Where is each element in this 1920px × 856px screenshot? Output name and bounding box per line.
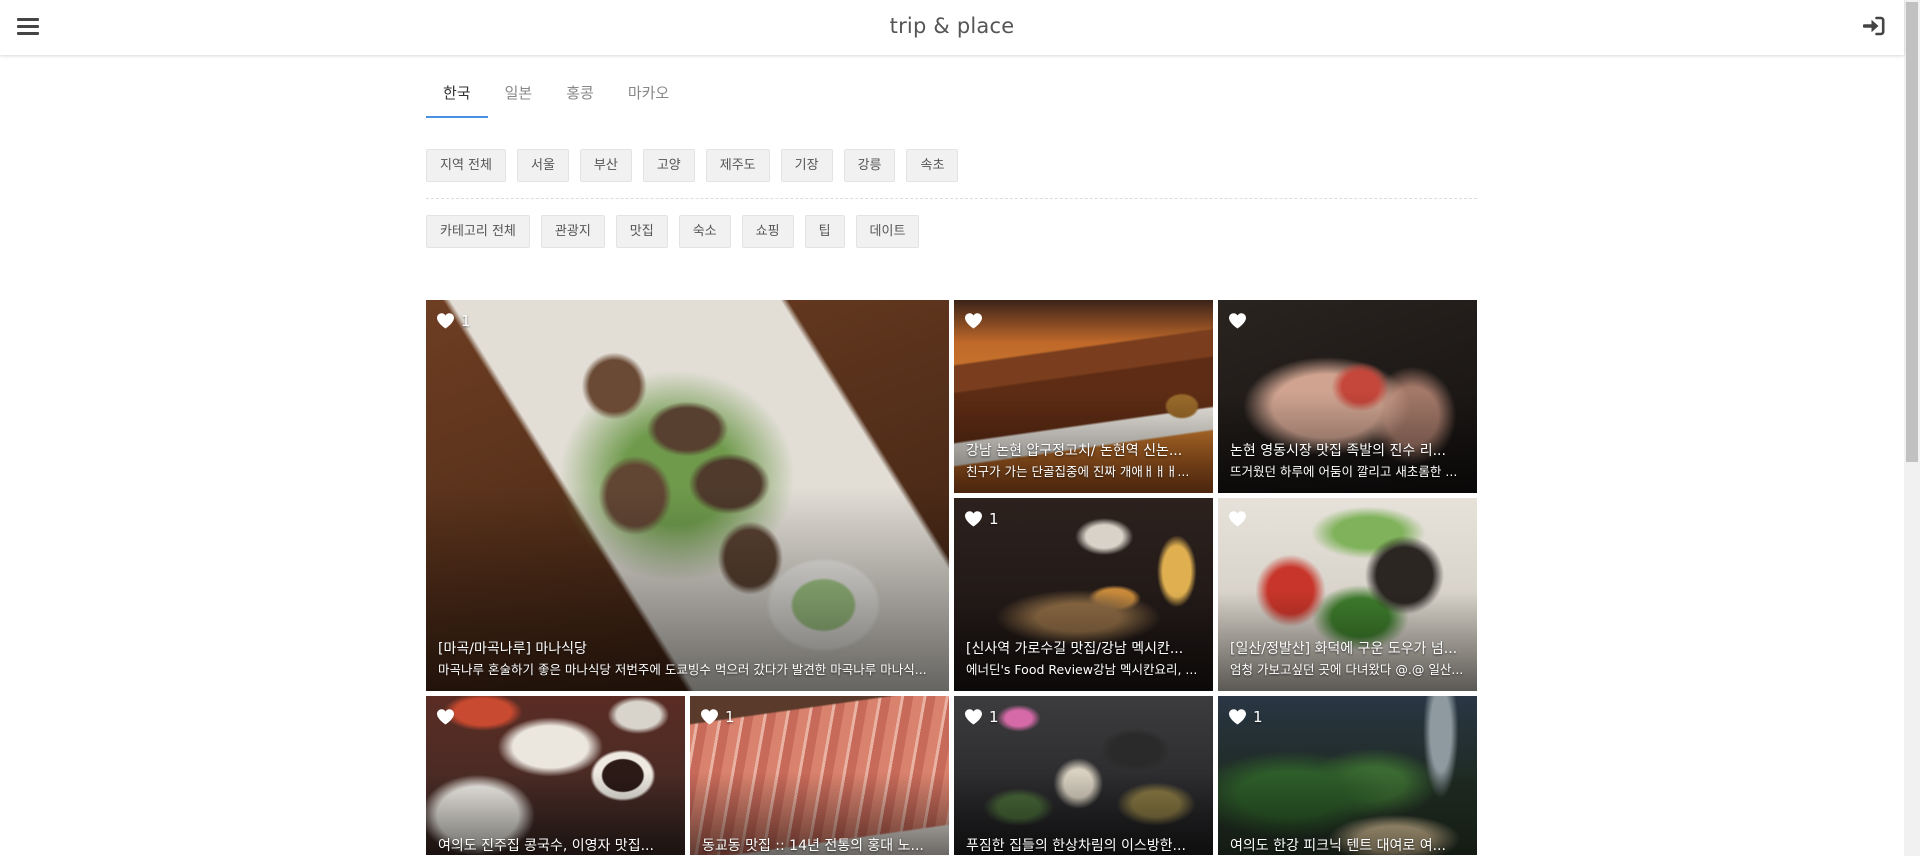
- scrollbar-thumb[interactable]: [1906, 2, 1918, 462]
- post-card[interactable]: 1 여의도 한강 피크닉 텐트 대여로 여...: [1218, 696, 1477, 855]
- post-card[interactable]: 1 푸짐한 집들의 한상차림의 이스방한...: [954, 696, 1213, 855]
- post-title: 강남 논현 압구정고치/ 논현역 신논...: [966, 443, 1183, 459]
- category-chip-attractions[interactable]: 관광지: [540, 215, 605, 248]
- category-chip-all[interactable]: 카테고리 전체: [426, 215, 530, 248]
- region-filter-bar: 지역 전체 서울 부산 고양 제주도 기장 강릉 속초: [426, 149, 1477, 182]
- post-caption: 여의도 한강 피크닉 텐트 대여로 여...: [1230, 837, 1465, 855]
- like-button[interactable]: 1: [437, 312, 471, 330]
- heart-icon: [437, 709, 454, 725]
- tab-hongkong[interactable]: 홍콩: [549, 70, 611, 118]
- post-card[interactable]: 강남 논현 압구정고치/ 논현역 신논... 친구가 가는 단골집중에 진짜 개…: [954, 300, 1213, 493]
- like-button[interactable]: 1: [1229, 708, 1263, 726]
- like-count: 1: [1253, 708, 1263, 726]
- post-excerpt: 마곡나루 혼술하기 좋은 마나식당 저번주에 도쿄빙수 먹으러 갔다가 발견한 …: [438, 662, 927, 677]
- region-chip-sokcho[interactable]: 속초: [906, 149, 959, 182]
- region-chip-jeju[interactable]: 제주도: [705, 149, 770, 182]
- like-button[interactable]: [1229, 312, 1246, 330]
- tab-macau[interactable]: 마카오: [611, 70, 686, 118]
- post-card[interactable]: 1 [신사역 가로수길 맛집/강남 멕시칸... 에너딘's Food Revi…: [954, 498, 1213, 691]
- category-chip-tips[interactable]: 팁: [804, 215, 845, 248]
- category-chip-date[interactable]: 데이트: [855, 215, 920, 248]
- app-title: trip & place: [889, 14, 1015, 38]
- like-button[interactable]: [1229, 510, 1246, 528]
- post-title: 여의도 진주집 콩국수, 이영자 맛집...: [438, 838, 654, 854]
- post-title: 논현 영동시장 맛집 족발의 진수 리...: [1230, 443, 1446, 459]
- post-excerpt: 친구가 가는 단골집중에 진짜 개애ㅐㅐㅐ...: [966, 464, 1190, 479]
- category-chip-shopping[interactable]: 쇼핑: [741, 215, 794, 248]
- post-title: 푸짐한 집들의 한상차림의 이스방한...: [966, 838, 1186, 854]
- page-scrollbar[interactable]: [1904, 0, 1920, 856]
- region-chip-all[interactable]: 지역 전체: [426, 149, 506, 182]
- post-caption: 강남 논현 압구정고치/ 논현역 신논... 친구가 가는 단골집중에 진짜 개…: [966, 442, 1201, 480]
- category-chip-restaurants[interactable]: 맛집: [615, 215, 668, 248]
- heart-icon: [965, 313, 982, 329]
- page: trip & place 한국 일본 홍콩 마카오 지역 전체 서울 부산 고양…: [0, 0, 1920, 856]
- tab-korea[interactable]: 한국: [426, 70, 488, 118]
- region-chip-gijang[interactable]: 기장: [780, 149, 833, 182]
- like-count: 1: [725, 708, 735, 726]
- heart-icon: [701, 709, 718, 725]
- like-count: 1: [989, 510, 999, 528]
- post-title: [마곡/마곡나루] 마나식당: [438, 641, 587, 657]
- like-button[interactable]: [965, 312, 982, 330]
- country-tabs: 한국 일본 홍콩 마카오: [426, 70, 1477, 118]
- like-count: 1: [461, 312, 471, 330]
- post-card[interactable]: [일산/정발산] 화덕에 구운 도우가 넘... 엄청 가보고싶던 곳에 다녀왔…: [1218, 498, 1477, 691]
- post-caption: 여의도 진주집 콩국수, 이영자 맛집...: [438, 837, 673, 855]
- region-chip-gangneung[interactable]: 강릉: [843, 149, 896, 182]
- post-caption: 푸짐한 집들의 한상차림의 이스방한...: [966, 837, 1201, 855]
- post-excerpt: 뜨거웠던 하루에 어둠이 깔리고 새초롬한 ...: [1230, 464, 1458, 479]
- main-content: 한국 일본 홍콩 마카오 지역 전체 서울 부산 고양 제주도 기장 강릉 속초…: [426, 55, 1477, 855]
- post-card[interactable]: 1 동교동 맛집 :: 14년 전통의 홍대 노...: [690, 696, 949, 855]
- post-caption: [신사역 가로수길 맛집/강남 멕시칸... 에너딘's Food Review…: [966, 640, 1201, 678]
- heart-icon: [1229, 511, 1246, 527]
- category-filter-bar: 카테고리 전체 관광지 맛집 숙소 쇼핑 팁 데이트: [426, 215, 1477, 248]
- heart-icon: [437, 313, 454, 329]
- region-chip-busan[interactable]: 부산: [579, 149, 632, 182]
- post-caption: [일산/정발산] 화덕에 구운 도우가 넘... 엄청 가보고싶던 곳에 다녀왔…: [1230, 640, 1465, 678]
- photo-shade: [426, 300, 949, 691]
- heart-icon: [1229, 313, 1246, 329]
- category-chip-lodging[interactable]: 숙소: [678, 215, 731, 248]
- heart-icon: [965, 511, 982, 527]
- post-card[interactable]: 논현 영동시장 맛집 족발의 진수 리... 뜨거웠던 하루에 어둠이 깔리고 …: [1218, 300, 1477, 493]
- filter-divider: [426, 198, 1477, 199]
- heart-icon: [965, 709, 982, 725]
- region-chip-goyang[interactable]: 고양: [642, 149, 695, 182]
- post-card[interactable]: 여의도 진주집 콩국수, 이영자 맛집...: [426, 696, 685, 855]
- like-count: 1: [989, 708, 999, 726]
- region-chip-seoul[interactable]: 서울: [516, 149, 569, 182]
- like-button[interactable]: 1: [965, 510, 999, 528]
- photo-shade: [426, 696, 685, 855]
- post-title: [일산/정발산] 화덕에 구운 도우가 넘...: [1230, 641, 1458, 657]
- post-title: 여의도 한강 피크닉 텐트 대여로 여...: [1230, 838, 1446, 854]
- top-header: trip & place: [0, 0, 1904, 55]
- post-excerpt: 엄청 가보고싶던 곳에 다녀왔다 @.@ 일산...: [1230, 662, 1464, 677]
- tab-japan[interactable]: 일본: [488, 70, 550, 118]
- post-title: [신사역 가로수길 맛집/강남 멕시칸...: [966, 641, 1184, 657]
- like-button[interactable]: 1: [965, 708, 999, 726]
- post-grid: 1 [마곡/마곡나루] 마나식당 마곡나루 혼술하기 좋은 마나식당 저번주에 …: [426, 300, 1477, 855]
- post-title: 동교동 맛집 :: 14년 전통의 홍대 노...: [702, 838, 924, 854]
- post-caption: [마곡/마곡나루] 마나식당 마곡나루 혼술하기 좋은 마나식당 저번주에 도쿄…: [438, 640, 937, 678]
- sign-in-icon[interactable]: [1862, 16, 1885, 36]
- post-card-featured[interactable]: 1 [마곡/마곡나루] 마나식당 마곡나루 혼술하기 좋은 마나식당 저번주에 …: [426, 300, 949, 691]
- heart-icon: [1229, 709, 1246, 725]
- like-button[interactable]: 1: [701, 708, 735, 726]
- like-button[interactable]: [437, 708, 454, 726]
- post-caption: 동교동 맛집 :: 14년 전통의 홍대 노...: [702, 837, 937, 855]
- post-excerpt: 에너딘's Food Review강남 멕시칸요리, ...: [966, 662, 1198, 677]
- post-caption: 논현 영동시장 맛집 족발의 진수 리... 뜨거웠던 하루에 어둠이 깔리고 …: [1230, 442, 1465, 480]
